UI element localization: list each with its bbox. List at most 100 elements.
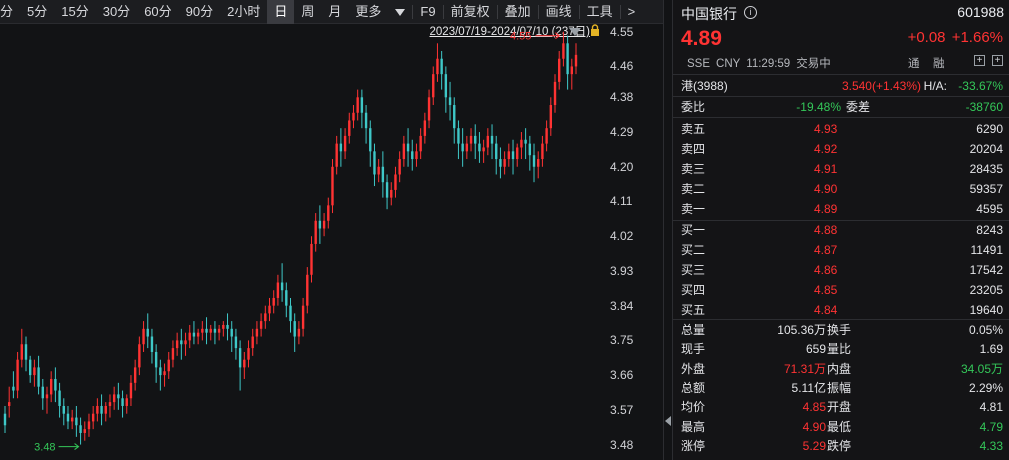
period-tab-5[interactable]: 90分 bbox=[179, 0, 220, 24]
bid-label: 买五 bbox=[681, 303, 706, 317]
bid-label: 买三 bbox=[681, 263, 706, 277]
period-tab-8[interactable]: 周 bbox=[294, 0, 321, 24]
period-tab-9[interactable]: 月 bbox=[321, 0, 348, 24]
candle-body bbox=[175, 340, 179, 349]
stat-label: 跌停 bbox=[827, 438, 852, 453]
period-tab-3[interactable]: 30分 bbox=[96, 0, 137, 24]
candle-body bbox=[406, 143, 410, 152]
ask-price: 4.89 bbox=[814, 202, 838, 216]
collapse-arrow-icon[interactable] bbox=[665, 416, 671, 426]
candle-body bbox=[549, 105, 553, 129]
candle-body bbox=[3, 413, 7, 426]
bid-volume: 11491 bbox=[970, 243, 1003, 257]
stat-value: 5.29 bbox=[802, 438, 826, 453]
meta-status: 交易中 bbox=[796, 58, 831, 70]
candle-body bbox=[306, 274, 309, 306]
bid-volume: 8243 bbox=[976, 223, 1003, 237]
stock-name: 中国银行 bbox=[681, 6, 737, 22]
candle-body bbox=[465, 143, 469, 152]
candle-body bbox=[440, 58, 443, 75]
candle-body bbox=[188, 332, 191, 341]
period-tab-4[interactable]: 60分 bbox=[137, 0, 178, 24]
candle-body bbox=[62, 405, 65, 414]
candle-body bbox=[419, 135, 422, 152]
toolbar-tool-1[interactable]: 叠加 bbox=[498, 0, 538, 24]
candlestick-chart[interactable]: 4.55 3.48 bbox=[0, 24, 600, 460]
stat-value: 4.79 bbox=[979, 419, 1003, 434]
stat-label: 现手 bbox=[681, 342, 706, 357]
ask-label: 卖三 bbox=[681, 162, 706, 176]
toolbar-tool-3[interactable]: 工具 bbox=[580, 0, 620, 24]
ask-volume: 6290 bbox=[976, 122, 1003, 136]
candle-body bbox=[37, 367, 40, 387]
candle-body bbox=[180, 340, 183, 345]
f9-button[interactable]: F9 bbox=[413, 0, 442, 24]
ask-label: 卖四 bbox=[681, 142, 706, 156]
bid-volume: 17542 bbox=[969, 263, 1003, 277]
candle-body bbox=[12, 386, 15, 391]
candle-body bbox=[331, 166, 334, 206]
candle-body bbox=[490, 135, 494, 144]
bid-label: 买四 bbox=[681, 283, 706, 297]
period-tab-1[interactable]: 5分 bbox=[20, 0, 54, 24]
candle-body bbox=[28, 359, 32, 376]
candle-body bbox=[343, 135, 347, 152]
ask-price: 4.91 bbox=[814, 162, 838, 176]
candle-body bbox=[49, 378, 53, 395]
candle-body bbox=[570, 66, 574, 75]
candle-body bbox=[16, 359, 19, 391]
period-tab-2[interactable]: 15分 bbox=[54, 0, 95, 24]
candle-body bbox=[226, 324, 229, 329]
candle-body bbox=[478, 143, 481, 152]
toolbar-tool-0[interactable]: 前复权 bbox=[444, 0, 497, 24]
period-tab-10[interactable]: 更多 bbox=[348, 0, 388, 24]
bid-price: 4.85 bbox=[814, 283, 838, 297]
panel-splitter[interactable] bbox=[663, 0, 673, 460]
candle-body bbox=[121, 398, 124, 406]
info-icon[interactable]: i bbox=[744, 6, 757, 19]
y-axis-label: 3.66 bbox=[610, 368, 634, 383]
candle-body bbox=[356, 97, 359, 113]
period-tab-6[interactable]: 2小时 bbox=[220, 0, 267, 24]
stat-label: 外盘 bbox=[681, 361, 706, 376]
toolbar-tool-2[interactable]: 画线 bbox=[539, 0, 579, 24]
more-dropdown-icon[interactable] bbox=[388, 0, 412, 24]
candle-body bbox=[381, 166, 385, 183]
candle-body bbox=[87, 421, 91, 430]
add-icon[interactable]: + bbox=[992, 55, 1003, 66]
candle-body bbox=[108, 402, 112, 406]
candle-body bbox=[45, 394, 49, 399]
candle-body bbox=[58, 390, 61, 406]
candle-body bbox=[205, 328, 208, 333]
y-axis-label: 3.57 bbox=[610, 402, 634, 417]
candle-body bbox=[243, 359, 246, 368]
candle-body bbox=[104, 405, 107, 414]
candle-body bbox=[125, 398, 128, 406]
stat-value: 4.81 bbox=[979, 400, 1003, 415]
candle-body bbox=[524, 139, 527, 144]
period-tab-7[interactable]: 日 bbox=[267, 0, 295, 24]
stat-value: 4.90 bbox=[802, 419, 826, 434]
divider bbox=[673, 117, 1009, 118]
bid-row: 买五 4.84 19640 bbox=[673, 300, 1009, 320]
ha-value: -33.67% bbox=[958, 79, 1003, 93]
candle-body bbox=[184, 340, 187, 345]
stat-value: 4.85 bbox=[802, 400, 826, 415]
candle-body bbox=[444, 74, 448, 98]
candle-body bbox=[495, 143, 498, 160]
ask-volume: 28435 bbox=[969, 162, 1003, 176]
candle-body bbox=[196, 332, 200, 337]
period-tab-0[interactable]: 分 bbox=[0, 0, 20, 24]
more-tools-button[interactable]: > bbox=[621, 0, 643, 24]
candle-body bbox=[255, 328, 259, 337]
stat-row: 涨停 5.29 跌停 4.33 bbox=[673, 436, 1009, 456]
stat-value: 105.36万 bbox=[777, 323, 826, 337]
candle-body bbox=[230, 328, 233, 337]
plus-icon[interactable]: + bbox=[974, 55, 985, 66]
candle-body bbox=[377, 166, 380, 175]
committee-row: 委比 -19.48% 委差 -38760 bbox=[673, 97, 1009, 117]
change-percent: +1.66% bbox=[951, 29, 1003, 46]
candle-body bbox=[448, 97, 452, 106]
bid-price: 4.87 bbox=[814, 243, 838, 257]
stat-label: 最低 bbox=[827, 419, 852, 434]
